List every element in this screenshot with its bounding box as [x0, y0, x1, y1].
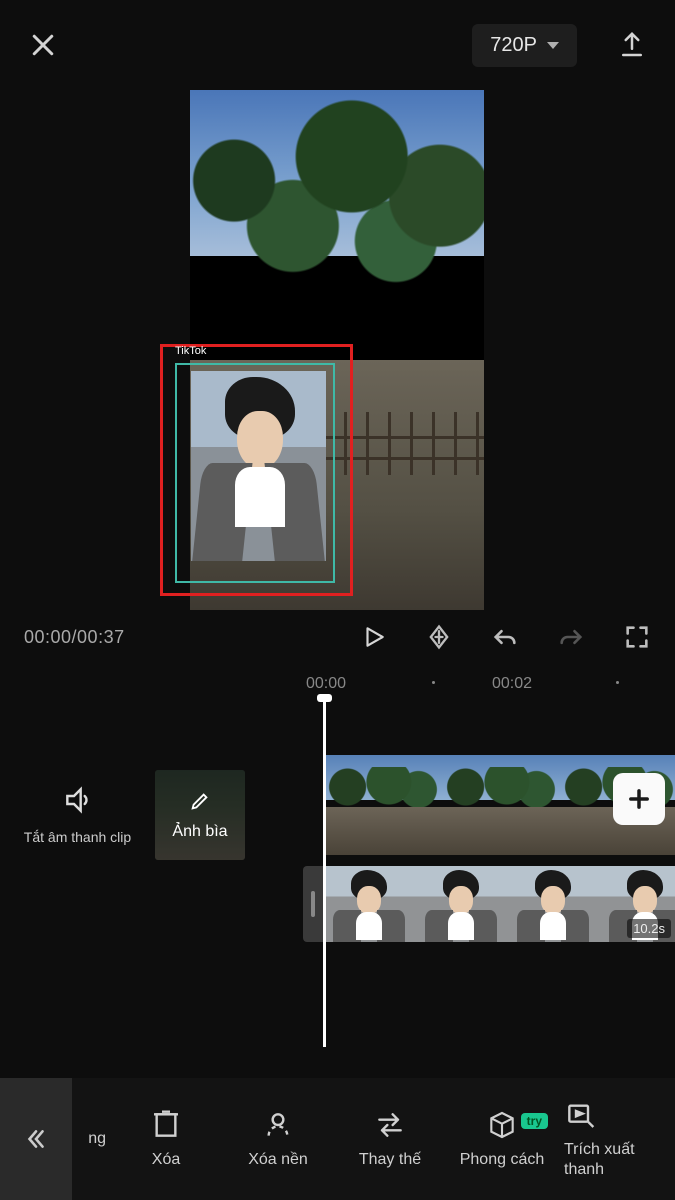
mute-clip-button[interactable]: Tắt âm thanh clip — [0, 784, 155, 847]
close-button[interactable] — [28, 30, 58, 60]
add-clip-button[interactable] — [613, 773, 665, 825]
overlay-frame-thumb — [415, 866, 507, 942]
clip-trim-handle-left[interactable] — [303, 866, 323, 942]
overlay-watermark: TikTok — [175, 345, 206, 357]
playhead[interactable] — [323, 702, 326, 1047]
toolbar-item-extract-audio[interactable]: Trích xuất thanh — [558, 1099, 653, 1179]
keyframe-button[interactable] — [425, 623, 453, 651]
redo-button[interactable] — [557, 623, 585, 651]
overlay-highlight-box: TikTok — [160, 344, 353, 596]
cover-image-button[interactable]: Ảnh bìa — [155, 770, 245, 860]
timeline-ruler[interactable]: 00:00 00:02 — [0, 675, 675, 699]
ruler-tick — [432, 681, 435, 684]
overlay-frame-thumb — [507, 866, 599, 942]
video-frame-thumb — [324, 755, 442, 855]
overlay-frame-thumb — [323, 866, 415, 942]
clip-duration-badge: 10.2s — [627, 919, 671, 938]
video-frame-thumb — [442, 755, 560, 855]
cover-label: Ảnh bìa — [172, 823, 227, 841]
resolution-label: 720P — [490, 34, 537, 57]
mute-label: Tắt âm thanh clip — [0, 829, 155, 847]
chevron-down-icon — [547, 42, 559, 49]
toolbar-item-remove-bg[interactable]: Xóa nền — [222, 1109, 334, 1169]
ruler-tick — [616, 681, 619, 684]
overlay-track[interactable]: 10.2s — [303, 866, 675, 942]
export-button[interactable] — [617, 30, 647, 60]
toolbar-item-delete[interactable]: Xóa — [110, 1109, 222, 1169]
time-display: 00:00/00:37 — [24, 627, 125, 648]
try-badge: try — [521, 1113, 548, 1129]
play-button[interactable] — [361, 624, 387, 650]
toolbar-item-style[interactable]: try Phong cách — [446, 1109, 558, 1169]
ruler-mark: 00:00 — [306, 675, 346, 693]
toolbar-item-replace[interactable]: Thay thế — [334, 1109, 446, 1169]
preview-canvas[interactable]: TikTok — [190, 90, 484, 610]
toolbar-back-button[interactable] — [0, 1078, 72, 1200]
resolution-select[interactable]: 720P — [472, 24, 577, 67]
overlay-image[interactable] — [191, 371, 326, 561]
ruler-mark: 00:02 — [492, 675, 532, 693]
toolbar-item-partial[interactable]: ng — [72, 1130, 110, 1148]
edit-icon — [189, 790, 211, 817]
undo-button[interactable] — [491, 623, 519, 651]
fullscreen-button[interactable] — [623, 623, 651, 651]
